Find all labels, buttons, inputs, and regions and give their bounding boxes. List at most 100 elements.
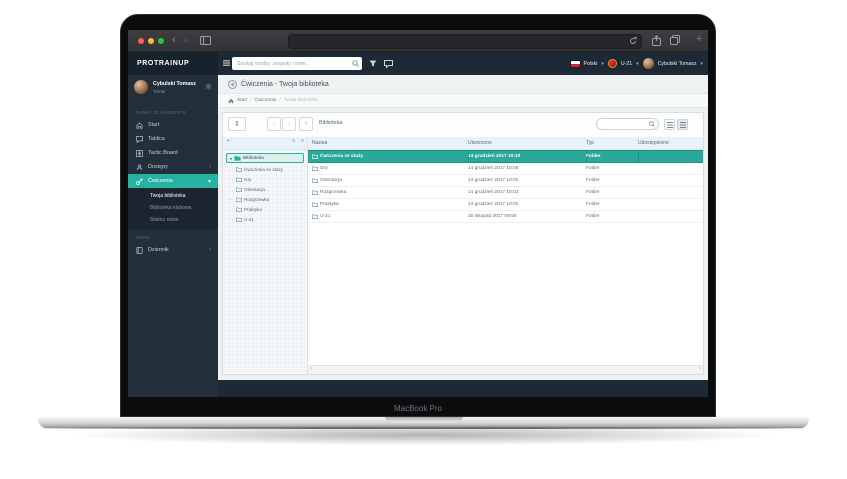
table-row[interactable]: U-21 20 listopad 2017 09:55 Folder xyxy=(308,211,703,223)
new-tab-icon[interactable]: + xyxy=(696,32,702,47)
file-name: Orientacja xyxy=(320,178,342,183)
tree-filter-icon[interactable]: ≡ xyxy=(301,138,304,144)
submenu-item-stworz-nowe[interactable]: Stwórz nowe xyxy=(128,214,218,226)
breadcrumb-cwiczenia[interactable]: Ćwiczenia xyxy=(254,98,276,103)
tree-expander-icon[interactable]: › xyxy=(230,197,234,202)
sidebar-item-dostepy[interactable]: Dostępy › xyxy=(128,160,218,174)
file-name: Gry xyxy=(320,166,328,171)
page-header: Ćwiczenia - Twoja biblioteka xyxy=(218,75,708,93)
folder-tree-panel: ⇤ ≡ ≡ ▾ Biblioteka xyxy=(223,137,308,374)
sidebar-item-tablica[interactable]: Tablica xyxy=(128,132,218,146)
horizontal-scrollbar[interactable]: ‹ › xyxy=(308,365,703,374)
language-caret-icon: ▾ xyxy=(601,61,604,67)
language-selector[interactable]: Polski xyxy=(584,61,598,67)
traffic-close-button[interactable] xyxy=(138,38,144,44)
sidebar-item-tactic-board[interactable]: Tactic Board xyxy=(128,146,218,160)
sidebar-submenu: Twoja biblioteka Biblioteka klubowa Stwó… xyxy=(128,188,218,229)
content-area: Ćwiczenia - Twoja biblioteka Start / Ćwi… xyxy=(218,75,708,380)
tree-item[interactable]: › Rozgrzewka xyxy=(223,194,307,204)
breadcrumb-start[interactable]: Start xyxy=(237,98,247,103)
nav-up-button[interactable]: ↑ xyxy=(299,117,313,131)
traffic-minimize-button[interactable] xyxy=(148,38,154,44)
tree-sort-icon[interactable]: ≡ xyxy=(292,138,295,144)
tree-item-label: Praktyka xyxy=(244,207,262,212)
breadcrumb-separator: / xyxy=(279,98,280,103)
gear-icon[interactable] xyxy=(205,83,212,90)
team-selector[interactable]: U-21 xyxy=(621,61,632,67)
file-created: 20 listopad 2017 09:55 xyxy=(468,214,586,219)
filter-icon[interactable] xyxy=(369,60,377,67)
sidebar-item-start[interactable]: Start xyxy=(128,118,218,132)
tree-caret-icon[interactable]: ▾ xyxy=(230,156,232,161)
user-menu[interactable]: Cybulski Tomasz xyxy=(658,61,697,67)
user-caret-icon: ▾ xyxy=(700,61,703,67)
table-row[interactable]: Orientacja 14 grudzień 2017 10:02 Folder xyxy=(308,175,703,187)
file-type: Folder xyxy=(586,190,638,195)
tabs-icon[interactable] xyxy=(670,35,680,45)
tree-item[interactable]: Orientacja xyxy=(223,184,307,194)
folder-icon xyxy=(236,177,242,182)
sidebar-item-label: Start xyxy=(148,122,159,128)
sidebar-item-cwiczenia[interactable]: Ćwiczenia ▾ xyxy=(128,174,218,188)
file-manager-body: ⇤ ≡ ≡ ▾ Biblioteka xyxy=(223,137,703,374)
home-icon xyxy=(136,122,143,129)
app-topbar: PROTRAINUP Polski ▾ xyxy=(128,52,708,75)
list-view-button[interactable] xyxy=(664,119,675,130)
browser-back-icon[interactable]: ‹ xyxy=(172,33,176,48)
table-row[interactable]: Ćwiczenia ze staży 14 grudzień 2017 10:1… xyxy=(308,150,703,163)
browser-sidebar-icon[interactable] xyxy=(200,36,211,45)
scroll-right-icon[interactable]: › xyxy=(699,366,701,372)
file-type: Folder xyxy=(586,214,638,219)
table-row[interactable]: Praktyka 14 grudzień 2017 10:02 Folder xyxy=(308,199,703,211)
tree-root-biblioteka[interactable]: ▾ Biblioteka xyxy=(226,153,304,163)
macbook-brand-label: MacBook Pro xyxy=(121,404,715,413)
folder-icon xyxy=(236,217,242,222)
user-avatar xyxy=(643,58,654,69)
tree-item[interactable]: Ćwiczenia ze staży xyxy=(223,164,307,174)
collapse-all-icon[interactable]: ⇤ xyxy=(227,138,231,144)
main-area: Ćwiczenia - Twoja biblioteka Start / Ćwi… xyxy=(218,75,708,397)
collapse-circle-icon[interactable] xyxy=(228,80,237,89)
submenu-item-biblioteka-klubowa[interactable]: Biblioteka klubowa xyxy=(128,202,218,214)
submenu-item-twoja-biblioteka[interactable]: Twoja biblioteka xyxy=(128,190,218,202)
share-icon[interactable] xyxy=(652,35,661,46)
page-background: ‹ › + PROTRAIN xyxy=(0,0,847,479)
sidebar-profile: Cybulski Tomasz Trener xyxy=(128,75,218,104)
file-shared xyxy=(638,151,703,162)
browser-toolbar: ‹ › + xyxy=(128,30,708,52)
column-header-shared[interactable]: Udostępnione xyxy=(638,140,703,146)
reload-icon[interactable] xyxy=(629,37,637,45)
macbook-notch xyxy=(385,417,463,422)
scroll-left-icon[interactable]: ‹ xyxy=(310,366,312,372)
table-row[interactable]: Rozgrzewka 14 grudzień 2017 10:02 Folder xyxy=(308,187,703,199)
global-search-input[interactable] xyxy=(232,57,362,70)
tree-item[interactable]: Praktyka xyxy=(223,204,307,214)
nav-back-button[interactable]: ‹ xyxy=(267,117,281,131)
file-name: Praktyka xyxy=(320,202,339,207)
app-logo[interactable]: PROTRAINUP xyxy=(128,52,218,75)
folder-icon xyxy=(312,214,318,219)
macbook-shadow xyxy=(55,424,792,446)
browser-forward-icon[interactable]: › xyxy=(184,33,188,48)
folder-icon xyxy=(236,167,242,172)
tree-item-label: Ćwiczenia ze staży xyxy=(244,167,283,172)
nav-forward-button[interactable]: › xyxy=(282,117,296,131)
tree-item[interactable]: U-21 xyxy=(223,214,307,224)
column-header-created[interactable]: Utworzono xyxy=(468,140,586,146)
file-created: 14 grudzień 2017 10:05 xyxy=(468,166,586,171)
column-header-type[interactable]: Typ xyxy=(586,140,638,146)
folder-icon xyxy=(236,187,242,192)
address-bar[interactable] xyxy=(288,34,642,49)
menu-toggle-icon[interactable] xyxy=(223,60,230,66)
file-manager-toolbar: ⇕ ‹ › ↑ Biblioteka xyxy=(223,113,703,138)
sidebar-item-label: Dostępy xyxy=(148,164,168,170)
expand-tree-button[interactable]: ⇕ xyxy=(228,117,246,131)
traffic-zoom-button[interactable] xyxy=(158,38,164,44)
file-created: 14 grudzień 2017 10:02 xyxy=(468,202,586,207)
tree-item[interactable]: Gry xyxy=(223,174,307,184)
table-row[interactable]: Gry 14 grudzień 2017 10:05 Folder xyxy=(308,163,703,175)
detail-view-button[interactable] xyxy=(677,119,688,130)
sidebar-item-dziennik[interactable]: Dziennik › xyxy=(128,243,218,257)
chat-icon[interactable] xyxy=(384,60,393,68)
column-header-name[interactable]: Nazwa xyxy=(308,140,468,146)
